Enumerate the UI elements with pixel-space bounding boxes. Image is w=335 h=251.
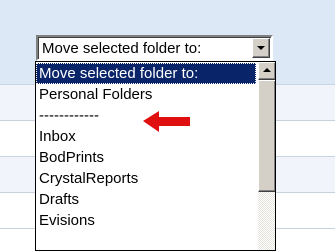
list-option-separator[interactable]: ------------ (36, 105, 256, 126)
scroll-up-button[interactable] (258, 62, 275, 80)
list-option-move-selected-folder[interactable]: Move selected folder to: (36, 63, 256, 84)
scrollbar-thumb[interactable] (258, 80, 275, 192)
combobox-value: Move selected folder to: (42, 40, 202, 57)
list-option-bodprints[interactable]: BodPrints (36, 147, 256, 168)
vertical-scrollbar[interactable] (258, 62, 275, 250)
list-option-inbox[interactable]: Inbox (36, 126, 256, 147)
dropdown-toggle-button[interactable] (252, 38, 270, 58)
move-folder-combobox[interactable]: Move selected folder to: (36, 35, 273, 61)
list-option-personal-folders[interactable]: Personal Folders (36, 84, 256, 105)
list-option-crystalreports[interactable]: CrystalReports (36, 168, 256, 189)
list-option-evisions[interactable]: Evisions (36, 210, 256, 231)
chevron-up-icon (263, 68, 271, 72)
folder-dropdown-list[interactable]: Move selected folder to: Personal Folder… (35, 61, 276, 251)
list-option-drafts[interactable]: Drafts (36, 189, 256, 210)
chevron-down-icon (257, 46, 265, 50)
